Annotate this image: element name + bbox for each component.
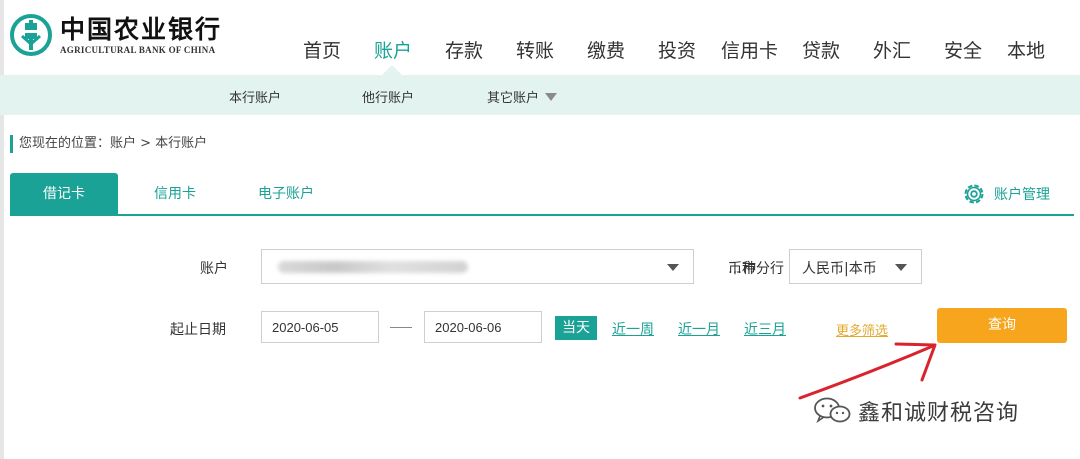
wechat-icon	[814, 397, 851, 424]
annotation-arrow	[798, 342, 937, 400]
watermark: 鑫和诚财税咨询	[812, 395, 1019, 427]
watermark-text: 鑫和诚财税咨询	[858, 401, 1020, 426]
